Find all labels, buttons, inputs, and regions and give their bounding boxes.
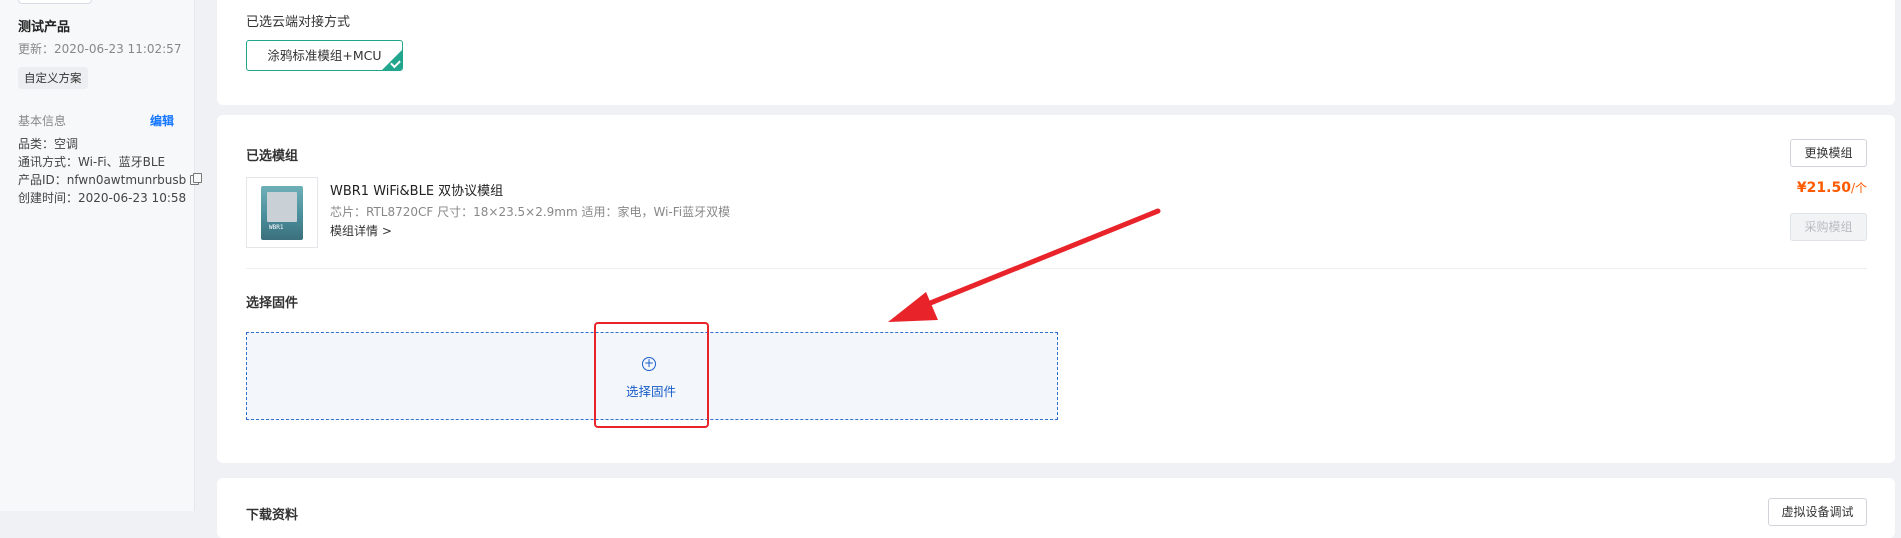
comm-method-text: 通讯方式：Wi-Fi、蓝牙BLE — [18, 155, 166, 169]
chip-shield — [267, 192, 297, 222]
solution-badge: 自定义方案 — [18, 67, 88, 89]
buy-module-button[interactable]: 采购模组 — [1790, 213, 1867, 241]
virtual-debug-button[interactable]: 虚拟设备调试 — [1768, 498, 1867, 526]
sidebar-tab[interactable] — [18, 0, 92, 4]
category-text: 品类：空调 — [18, 137, 79, 151]
connect-option-selected[interactable]: 涂鸦标准模组+MCU — [246, 40, 403, 71]
select-firmware-dropzone[interactable]: + 选择固件 — [246, 332, 1058, 420]
product-sidebar: 测试产品 更新：2020-06-23 11:02:57 自定义方案 基本信息 编… — [0, 0, 203, 511]
plus-circle-icon: + — [642, 356, 656, 371]
selected-module-title: 已选模组 — [246, 149, 299, 164]
change-module-button[interactable]: 更换模组 — [1790, 139, 1867, 167]
price-value: ¥21.50 — [1796, 180, 1851, 196]
basic-info-title: 基本信息 — [18, 114, 67, 128]
select-firmware-title: 选择固件 — [246, 296, 299, 311]
chip-marking: WBR1 — [269, 224, 284, 231]
download-card: 下载资料 虚拟设备调试 — [217, 478, 1895, 538]
updated-time: 更新：2020-06-23 11:02:57 — [18, 42, 182, 56]
module-spec: 芯片：RTL8720CF 尺寸：18×23.5×2.9mm 适用：家电，Wi-F… — [330, 205, 731, 219]
product-id-row: 产品ID：nfwn0awtmunrbusb — [18, 171, 203, 188]
module-card: 已选模组 更换模组 WBR1 WBR1 WiFi&BLE 双协议模组 芯片：RT… — [217, 115, 1895, 463]
cloud-connect-card: 已选云端对接方式 涂鸦标准模组+MCU — [217, 0, 1895, 105]
price-unit: /个 — [1850, 181, 1867, 195]
select-firmware-label: 选择固件 — [626, 384, 677, 399]
download-title: 下载资料 — [246, 508, 299, 523]
created-time: 创建时间：2020-06-23 10:58 — [18, 191, 187, 205]
edit-link[interactable]: 编辑 — [150, 112, 174, 129]
copy-icon[interactable] — [190, 173, 203, 185]
module-name: WBR1 WiFi&BLE 双协议模组 — [330, 184, 504, 199]
module-detail-link[interactable]: 模组详情 > — [330, 222, 392, 239]
product-id-text: 产品ID：nfwn0awtmunrbusb — [18, 173, 187, 187]
product-name: 测试产品 — [18, 20, 71, 35]
module-image: WBR1 — [246, 177, 318, 248]
connect-option-label: 涂鸦标准模组+MCU — [267, 48, 382, 63]
module-price: ¥21.50/个 — [1797, 179, 1867, 196]
divider — [246, 268, 1867, 269]
cloud-connect-title: 已选云端对接方式 — [246, 15, 351, 30]
